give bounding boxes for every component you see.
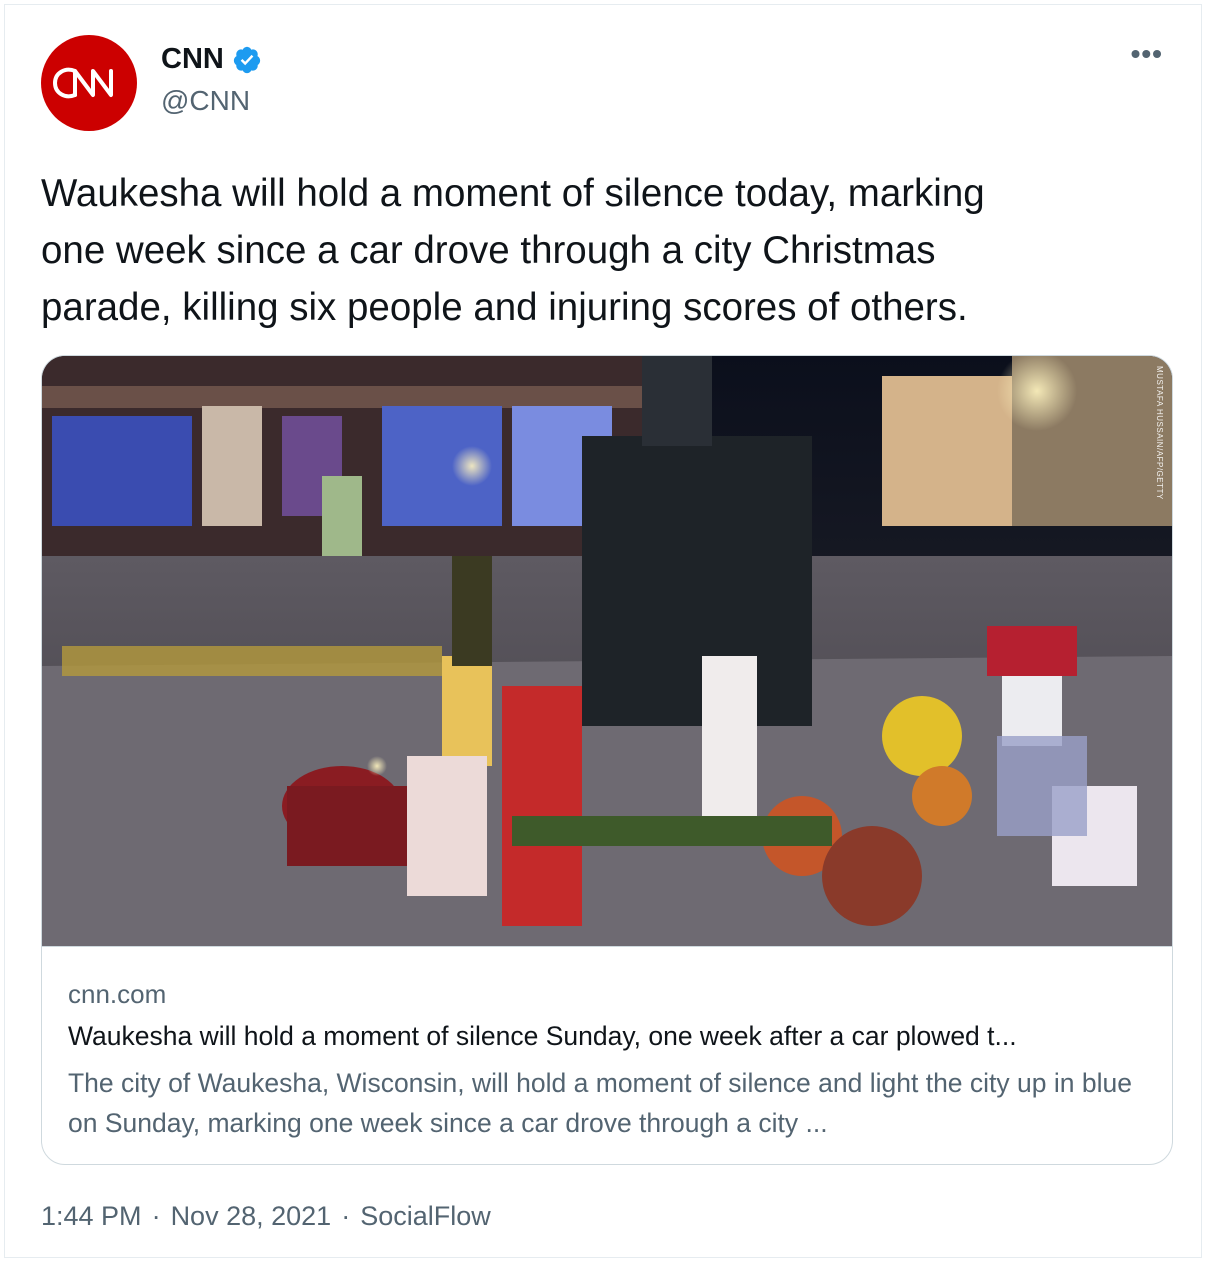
tweet-meta: 1:44 PM · Nov 28, 2021 · SocialFlow bbox=[41, 1201, 491, 1232]
meta-separator: · bbox=[341, 1201, 351, 1231]
card-description[interactable]: The city of Waukesha, Wisconsin, will ho… bbox=[68, 1063, 1158, 1143]
card-image[interactable] bbox=[42, 356, 1173, 946]
author-name-row[interactable]: CNN bbox=[161, 43, 262, 76]
more-options-icon[interactable]: ••• bbox=[1131, 40, 1163, 68]
meta-separator: · bbox=[151, 1201, 161, 1231]
tweet-time[interactable]: 1:44 PM bbox=[41, 1201, 142, 1232]
avatar[interactable] bbox=[41, 35, 137, 131]
photo-credit: MUSTAFA HUSSAIN/AFP/GETTY bbox=[1155, 366, 1164, 500]
tweet-text: Waukesha will hold a moment of silence t… bbox=[41, 172, 985, 329]
verified-badge-icon bbox=[233, 46, 260, 73]
tweet-date[interactable]: Nov 28, 2021 bbox=[171, 1201, 332, 1232]
tweet-source[interactable]: SocialFlow bbox=[360, 1201, 491, 1232]
card-divider bbox=[42, 946, 1172, 947]
card-domain[interactable]: cnn.com bbox=[68, 979, 166, 1010]
display-name[interactable]: CNN bbox=[161, 43, 224, 76]
tweet-card: CNN @CNN ••• Waukesha will hold a moment… bbox=[4, 4, 1202, 1258]
cnn-logo-icon bbox=[53, 67, 113, 99]
card-title[interactable]: Waukesha will hold a moment of silence S… bbox=[68, 1021, 1148, 1052]
link-card[interactable]: MUSTAFA HUSSAIN/AFP/GETTY cnn.com Waukes… bbox=[41, 355, 1173, 1165]
handle[interactable]: @CNN bbox=[161, 85, 250, 117]
